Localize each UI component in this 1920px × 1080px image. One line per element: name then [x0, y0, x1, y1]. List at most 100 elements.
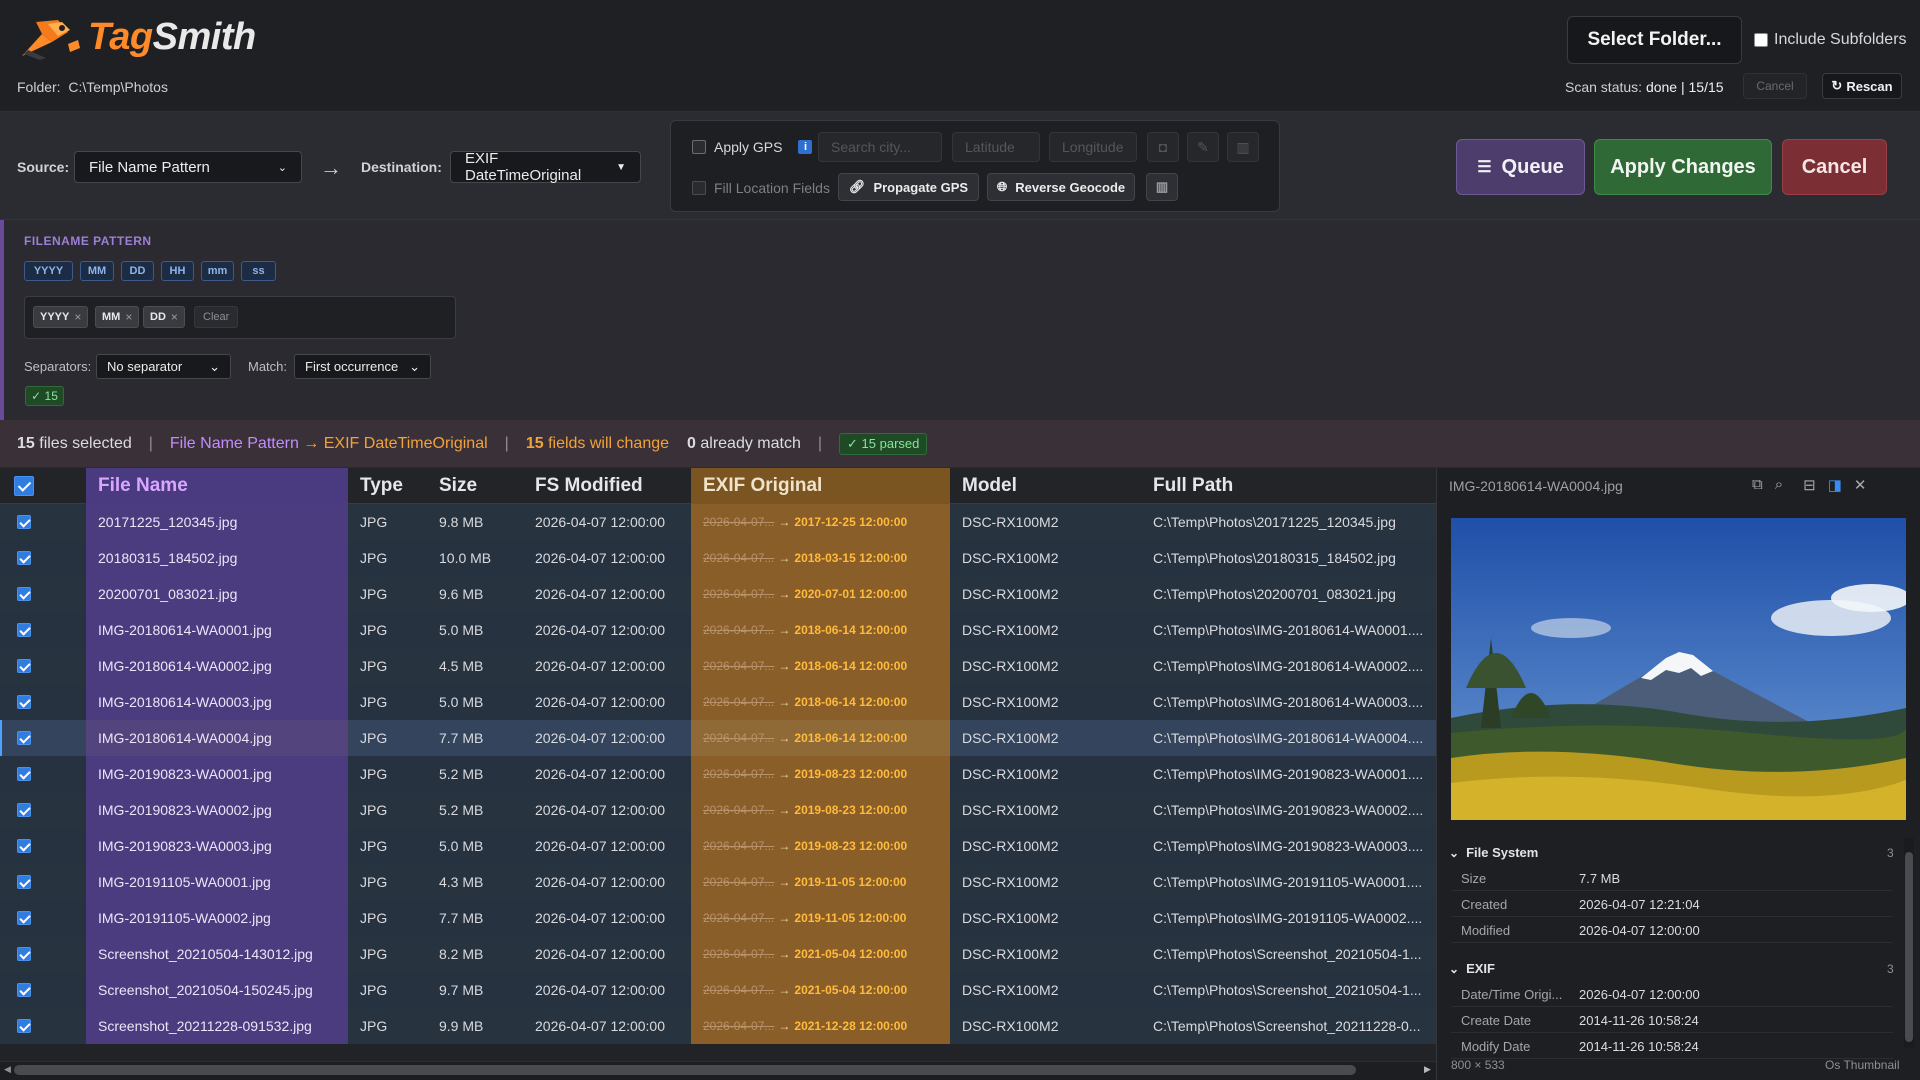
- token-mm[interactable]: MM: [80, 261, 114, 281]
- token-ss[interactable]: ss: [241, 261, 276, 281]
- close-icon[interactable]: ×: [125, 310, 132, 324]
- destination-select[interactable]: EXIF DateTimeOriginal ▼: [450, 150, 641, 184]
- table-row[interactable]: IMG-20180614-WA0003.jpg JPG 5.0 MB 2026-04-…: [0, 684, 1436, 720]
- scrollbar-thumb[interactable]: [14, 1065, 1356, 1075]
- checkbox-icon[interactable]: [17, 515, 31, 529]
- select-all-checkbox[interactable]: [0, 468, 48, 504]
- column-header-exif-original[interactable]: EXIF Original: [691, 468, 950, 504]
- trash-icon[interactable]: ▥: [1227, 132, 1259, 162]
- checkbox-icon[interactable]: [17, 695, 31, 709]
- row-checkbox[interactable]: [0, 648, 48, 684]
- row-checkbox[interactable]: [0, 900, 48, 936]
- checkbox-icon[interactable]: [17, 767, 31, 781]
- column-header-fs-modified[interactable]: FS Modified: [523, 468, 691, 504]
- row-checkbox[interactable]: [0, 720, 48, 756]
- row-checkbox[interactable]: [0, 828, 48, 864]
- clear-pattern-button[interactable]: Clear: [194, 306, 239, 328]
- apply-changes-button[interactable]: Apply Changes: [1594, 139, 1772, 195]
- token-min[interactable]: mm: [201, 261, 234, 281]
- token-dd[interactable]: DD: [121, 261, 154, 281]
- table-row[interactable]: Screenshot_20210504-143012.jpg JPG 8.2 MB 2…: [0, 936, 1436, 972]
- chevron-down-icon[interactable]: ⌄: [1449, 846, 1459, 860]
- table-row[interactable]: IMG-20191105-WA0002.jpg JPG 7.7 MB 2026-04-…: [0, 900, 1436, 936]
- column-header-type[interactable]: Type: [348, 468, 427, 504]
- checkbox-icon[interactable]: [17, 875, 31, 889]
- match-select[interactable]: First occurrence ⌄: [294, 354, 431, 379]
- row-checkbox[interactable]: [0, 864, 48, 900]
- table-row[interactable]: 20171225_120345.jpg JPG 9.8 MB 2026-04-07 1…: [0, 504, 1436, 540]
- table-row[interactable]: IMG-20180614-WA0002.jpg JPG 4.5 MB 2026-04-…: [0, 648, 1436, 684]
- scroll-left-icon[interactable]: ◀: [4, 1064, 11, 1075]
- checkbox-icon[interactable]: [17, 587, 31, 601]
- chevron-down-icon[interactable]: ⌄: [1449, 962, 1459, 976]
- checkbox-icon[interactable]: [692, 181, 706, 195]
- row-checkbox[interactable]: [0, 612, 48, 648]
- table-row[interactable]: IMG-20190823-WA0001.jpg JPG 5.2 MB 2026-04-…: [0, 756, 1436, 792]
- include-subfolders-checkbox[interactable]: Include Subfolders: [1754, 31, 1907, 49]
- token-hh[interactable]: HH: [161, 261, 194, 281]
- table-row[interactable]: IMG-20190823-WA0003.jpg JPG 5.0 MB 2026-04-…: [0, 828, 1436, 864]
- table-row[interactable]: IMG-20190823-WA0002.jpg JPG 5.2 MB 2026-04-…: [0, 792, 1436, 828]
- row-checkbox[interactable]: [0, 792, 48, 828]
- rescan-button[interactable]: ↻ Rescan: [1822, 73, 1902, 99]
- scan-cancel-button[interactable]: Cancel: [1743, 73, 1807, 99]
- close-icon[interactable]: ×: [74, 310, 81, 324]
- row-checkbox[interactable]: [0, 576, 48, 612]
- checkbox-icon[interactable]: [14, 476, 34, 496]
- row-checkbox[interactable]: [0, 1008, 48, 1044]
- open-external-icon[interactable]: ⧉: [1752, 476, 1763, 494]
- checkbox-icon[interactable]: [17, 1019, 31, 1033]
- source-select[interactable]: File Name Pattern ⌄: [74, 151, 302, 183]
- table-row[interactable]: IMG-20180614-WA0004.jpg JPG 7.7 MB 2026-04-…: [0, 720, 1436, 756]
- table-row[interactable]: IMG-20180614-WA0001.jpg JPG 5.0 MB 2026-04-…: [0, 612, 1436, 648]
- metadata-section-header[interactable]: ⌄ File System: [1449, 845, 1538, 860]
- reverse-geocode-button[interactable]: 🌐︎ Reverse Geocode: [987, 173, 1135, 201]
- checkbox-icon[interactable]: [692, 140, 706, 154]
- row-checkbox[interactable]: [0, 936, 48, 972]
- scroll-right-icon[interactable]: ▶: [1424, 1064, 1431, 1075]
- row-checkbox[interactable]: [0, 540, 48, 576]
- queue-button[interactable]: ☰ Queue: [1456, 139, 1585, 195]
- pattern-chip[interactable]: YYYY ×: [33, 306, 89, 328]
- column-header-size[interactable]: Size: [427, 468, 523, 504]
- search-city-input[interactable]: Search city...: [818, 132, 942, 162]
- checkbox-icon[interactable]: [17, 983, 31, 997]
- checkbox-icon[interactable]: [1754, 33, 1768, 47]
- pattern-builder[interactable]: [24, 296, 456, 339]
- checkbox-icon[interactable]: [17, 803, 31, 817]
- camera-icon[interactable]: ◘: [1147, 132, 1179, 162]
- table-row[interactable]: 20200701_083021.jpg JPG 9.6 MB 2026-04-07 1…: [0, 576, 1436, 612]
- table-row[interactable]: Screenshot_20210504-150245.jpg JPG 9.7 MB 2…: [0, 972, 1436, 1008]
- pattern-chip[interactable]: DD ×: [143, 306, 185, 328]
- trash-icon[interactable]: ▥: [1146, 173, 1178, 201]
- scrollbar-thumb[interactable]: [1905, 852, 1913, 1042]
- checkbox-icon[interactable]: [17, 659, 31, 673]
- pattern-chip[interactable]: MM ×: [95, 306, 140, 328]
- checkbox-icon[interactable]: [17, 731, 31, 745]
- dock-right-icon[interactable]: ◨: [1828, 476, 1842, 494]
- row-checkbox[interactable]: [0, 972, 48, 1008]
- close-icon[interactable]: ✕: [1854, 476, 1867, 494]
- pencil-icon[interactable]: ✎: [1187, 132, 1219, 162]
- propagate-gps-button[interactable]: 🔗︎ Propagate GPS: [838, 173, 979, 201]
- table-row[interactable]: IMG-20191105-WA0001.jpg JPG 4.3 MB 2026-04-…: [0, 864, 1436, 900]
- zoom-icon[interactable]: ⌕: [1775, 476, 1783, 494]
- column-header-full-path[interactable]: Full Path: [1141, 468, 1436, 504]
- longitude-input[interactable]: Longitude: [1049, 132, 1137, 162]
- fill-location-checkbox[interactable]: Fill Location Fields: [692, 180, 830, 196]
- separators-select[interactable]: No separator ⌄: [96, 354, 231, 379]
- checkbox-icon[interactable]: [17, 911, 31, 925]
- dock-bottom-icon[interactable]: ⊟: [1803, 476, 1816, 494]
- column-header-model[interactable]: Model: [950, 468, 1141, 504]
- row-checkbox[interactable]: [0, 504, 48, 540]
- cancel-button[interactable]: Cancel: [1782, 139, 1887, 195]
- table-row[interactable]: Screenshot_20211228-091532.jpg JPG 9.9 MB 2…: [0, 1008, 1436, 1044]
- apply-gps-checkbox[interactable]: Apply GPS i: [692, 139, 813, 155]
- row-checkbox[interactable]: [0, 756, 48, 792]
- checkbox-icon[interactable]: [17, 947, 31, 961]
- select-folder-button[interactable]: Select Folder...: [1567, 16, 1742, 64]
- checkbox-icon[interactable]: [17, 551, 31, 565]
- table-row[interactable]: 20180315_184502.jpg JPG 10.0 MB 2026-04-07 …: [0, 540, 1436, 576]
- latitude-input[interactable]: Latitude: [952, 132, 1040, 162]
- close-icon[interactable]: ×: [171, 310, 178, 324]
